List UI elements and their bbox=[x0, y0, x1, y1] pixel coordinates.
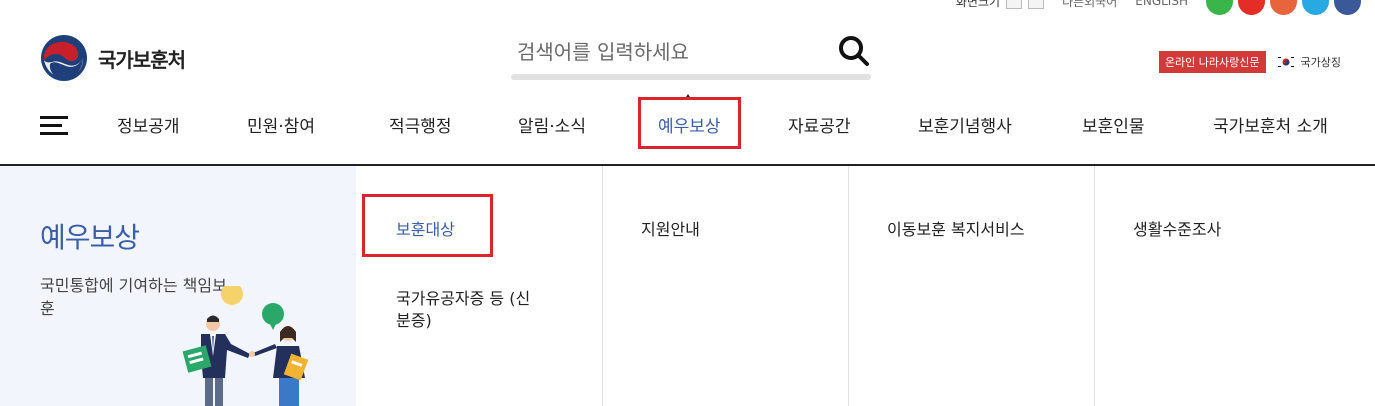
menu-icon[interactable] bbox=[40, 116, 68, 135]
search-bar bbox=[511, 30, 871, 80]
nav-item-patriots[interactable]: 보훈인물 bbox=[1082, 112, 1145, 137]
utility-bar: 화면크기 다른외국어 ENGLISH bbox=[955, 0, 1361, 15]
instagram-icon[interactable] bbox=[1270, 0, 1297, 15]
mega-column-4: 생활수준조사 bbox=[1094, 166, 1375, 406]
zoom-in-button[interactable] bbox=[1028, 0, 1045, 9]
zoom-label: 화면크기 bbox=[955, 0, 1001, 9]
link-living-survey[interactable]: 생활수준조사 bbox=[1133, 216, 1221, 240]
nav-item-civil-participation[interactable]: 민원·참여 bbox=[247, 112, 315, 137]
nav-item-news[interactable]: 알림·소식 bbox=[518, 112, 586, 137]
search-input[interactable] bbox=[511, 30, 871, 74]
mega-menu: 예우보상 국민통합에 기여하는 책임보훈 보훈대상 국가유공자증 등 (신분증)… bbox=[0, 166, 1375, 406]
search-icon[interactable] bbox=[837, 34, 871, 68]
nav-item-proactive-admin[interactable]: 적극행정 bbox=[389, 112, 452, 137]
link-merit-id-card[interactable]: 국가유공자증 등 (신분증) bbox=[396, 288, 536, 332]
handshake-illustration bbox=[182, 286, 309, 406]
kakaotalk-icon[interactable] bbox=[1206, 0, 1233, 15]
mega-menu-title: 예우보상 bbox=[40, 221, 140, 254]
mega-column-2: 지원안내 bbox=[602, 166, 849, 406]
zoom-out-button[interactable] bbox=[1006, 0, 1023, 9]
link-support-guide[interactable]: 지원안내 bbox=[641, 216, 700, 240]
header-right: 온라인 나라사랑신문 국가상징 bbox=[1158, 51, 1341, 73]
active-nav-highlight bbox=[638, 97, 741, 149]
mega-column-3: 이동보훈 복지서비스 bbox=[848, 166, 1095, 406]
mega-menu-intro: 예우보상 국민통합에 기여하는 책임보훈 bbox=[0, 166, 356, 406]
youtube-icon[interactable] bbox=[1238, 0, 1265, 15]
nav-item-about[interactable]: 국가보훈처 소개 bbox=[1213, 112, 1328, 137]
nav-item-resources[interactable]: 자료공간 bbox=[788, 112, 851, 137]
twitter-icon[interactable] bbox=[1302, 0, 1329, 15]
search-underline bbox=[511, 74, 871, 80]
korean-flag-icon bbox=[1275, 55, 1296, 69]
social-links bbox=[1206, 0, 1361, 15]
national-symbol-label: 국가상징 bbox=[1300, 56, 1341, 69]
online-newspaper-link[interactable]: 온라인 나라사랑신문 bbox=[1158, 51, 1266, 73]
other-language-link[interactable]: 다른외국어 bbox=[1062, 0, 1117, 10]
nav-item-info-disclosure[interactable]: 정보공개 bbox=[117, 112, 180, 137]
taegeuk-logo-icon bbox=[41, 35, 87, 81]
link-mobile-welfare[interactable]: 이동보훈 복지서비스 bbox=[887, 216, 1025, 240]
active-link-highlight bbox=[362, 194, 493, 257]
national-symbol-link[interactable]: 국가상징 bbox=[1275, 54, 1341, 70]
site-logo[interactable]: 국가보훈처 bbox=[40, 34, 186, 82]
nav-item-memorial-events[interactable]: 보훈기념행사 bbox=[918, 112, 1012, 137]
facebook-icon[interactable] bbox=[1334, 0, 1361, 15]
logo-text: 국가보훈처 bbox=[98, 47, 186, 72]
english-link[interactable]: ENGLISH bbox=[1135, 0, 1188, 8]
zoom-control: 화면크기 bbox=[955, 0, 1045, 10]
